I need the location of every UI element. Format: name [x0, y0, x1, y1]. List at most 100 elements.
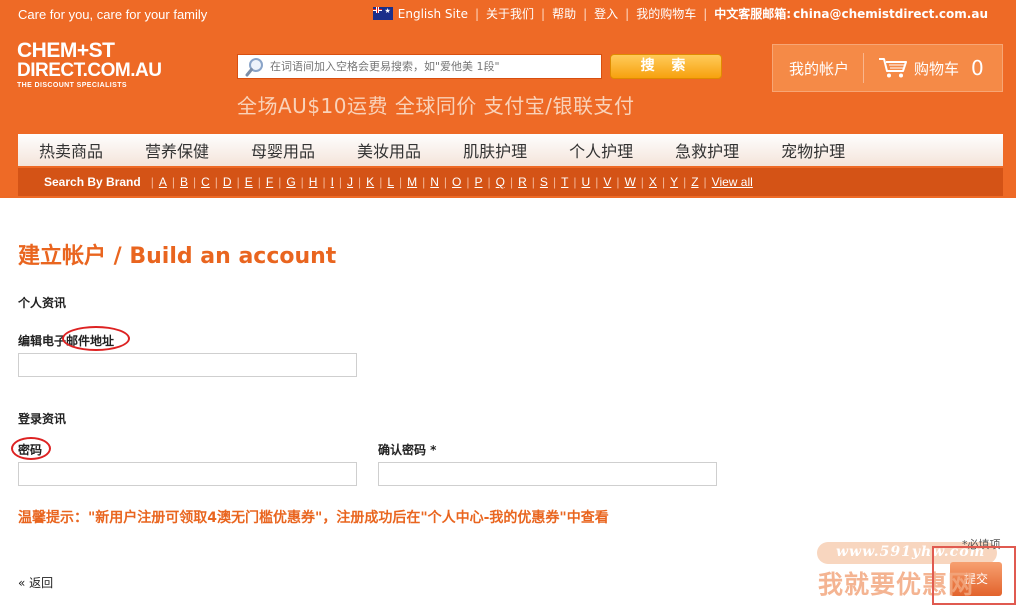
cn-service-email-link[interactable]: china@chemistdirect.com.au: [793, 7, 988, 21]
divider: |: [338, 175, 343, 189]
account-area: 我的帐户 购物车 0: [772, 44, 1003, 92]
brand-letter-r[interactable]: R: [518, 175, 527, 189]
top-links: English Site | 关于我们 | 帮助 | 登入 | 我的购物车 | …: [372, 5, 988, 22]
category-nav: 热卖商品 营养保健 母婴用品 美妆用品 肌肤护理 个人护理 急救护理 宠物护理: [18, 134, 1003, 166]
cart-count: 0: [971, 56, 984, 80]
brand-letter-s[interactable]: S: [540, 175, 548, 189]
tagline: Care for you, care for your family: [18, 7, 208, 22]
search-button[interactable]: 搜 索: [610, 54, 722, 79]
my-cart-link[interactable]: 我的购物车: [636, 5, 696, 22]
divider: |: [541, 6, 546, 21]
logo-line1: CHEM+ST: [17, 39, 115, 62]
divider: |: [487, 175, 491, 189]
search-input[interactable]: [270, 60, 590, 73]
brand-bar-title: Search By Brand: [44, 175, 141, 189]
brand-letter-q[interactable]: Q: [496, 175, 505, 189]
login-info-heading: 登录资讯: [18, 412, 67, 426]
divider: |: [683, 175, 687, 189]
highlight-box: [932, 546, 1016, 605]
nav-item-personal-care[interactable]: 个人护理: [569, 138, 633, 162]
brand-view-all-link[interactable]: View all: [712, 175, 753, 189]
brand-letter-x[interactable]: X: [649, 175, 657, 189]
nav-item-baby[interactable]: 母婴用品: [251, 138, 315, 162]
brand-letter-y[interactable]: Y: [670, 175, 678, 189]
cn-service-label: 中文客服邮箱:: [714, 7, 792, 21]
brand-letter-u[interactable]: U: [582, 175, 591, 189]
login-link[interactable]: 登入: [594, 5, 618, 22]
brand-letter-n[interactable]: N: [430, 175, 439, 189]
brand-letter-k[interactable]: K: [366, 175, 374, 189]
divider: |: [640, 175, 644, 189]
english-site-link[interactable]: English Site: [398, 7, 468, 21]
search-icon: [244, 56, 266, 78]
divider: |: [616, 175, 620, 189]
brand-letter-f[interactable]: F: [266, 175, 273, 189]
confirm-password-field[interactable]: [378, 462, 717, 486]
brand-letter-j[interactable]: J: [347, 175, 353, 189]
logo-tagline: THE DISCOUNT SPECIALISTS: [17, 82, 127, 89]
shopping-cart-icon[interactable]: [878, 57, 908, 79]
nav-item-hot-products[interactable]: 热卖商品: [39, 138, 103, 162]
brand-letter-b[interactable]: B: [180, 175, 188, 189]
divider: |: [214, 175, 218, 189]
nav-item-nutrition[interactable]: 营养保健: [145, 138, 209, 162]
brand-letter-m[interactable]: M: [407, 175, 417, 189]
brand-letter-t[interactable]: T: [561, 175, 568, 189]
promo-banner: 全场AU$10运费 全球同价 支付宝/银联支付: [237, 94, 635, 118]
divider: |: [443, 175, 448, 189]
nav-item-pet-care[interactable]: 宠物护理: [781, 138, 845, 162]
site-logo[interactable]: CHEM+ST DIRECT.COM.AU THE DISCOUNT SPECI…: [17, 39, 162, 89]
password-field[interactable]: [18, 462, 357, 486]
divider: |: [379, 175, 383, 189]
divider: |: [703, 6, 708, 21]
divider: |: [474, 6, 479, 21]
divider: |: [595, 175, 599, 189]
brand-letter-l[interactable]: L: [387, 175, 394, 189]
divider: |: [257, 175, 261, 189]
divider: [863, 53, 865, 83]
email-field[interactable]: [18, 353, 357, 377]
logo-line2: DIRECT.COM.AU: [17, 60, 162, 81]
personal-info-heading: 个人资讯: [18, 296, 67, 310]
australia-flag-icon: [372, 7, 393, 20]
divider: |: [171, 175, 175, 189]
divider: |: [399, 175, 403, 189]
confirm-password-label: 确认密码 *: [378, 443, 437, 457]
brand-letter-w[interactable]: W: [624, 175, 635, 189]
brand-bar: Search By Brand | A | B | C | D | E | F | G | H | I | J | K | L…: [18, 168, 1003, 196]
annotation-circle: [62, 326, 130, 351]
page-title: 建立帐户 / Build an account: [18, 244, 337, 269]
nav-item-beauty[interactable]: 美妆用品: [357, 138, 421, 162]
divider: |: [150, 175, 154, 189]
divider: |: [300, 175, 304, 189]
brand-letter-p[interactable]: P: [475, 175, 483, 189]
divider: |: [466, 175, 470, 189]
divider: |: [661, 175, 666, 189]
divider: |: [583, 6, 588, 21]
brand-letter-v[interactable]: V: [603, 175, 611, 189]
brand-letter-z[interactable]: Z: [691, 175, 698, 189]
nav-item-skincare[interactable]: 肌肤护理: [463, 138, 527, 162]
nav-item-first-aid[interactable]: 急救护理: [675, 138, 739, 162]
brand-letter-e[interactable]: E: [245, 175, 253, 189]
brand-letter-d[interactable]: D: [223, 175, 232, 189]
brand-letter-o[interactable]: O: [452, 175, 461, 189]
divider: |: [531, 175, 535, 189]
divider: |: [552, 175, 557, 189]
brand-letter-c[interactable]: C: [201, 175, 210, 189]
brand-letter-i[interactable]: I: [331, 175, 334, 189]
back-link[interactable]: « 返回: [18, 574, 53, 591]
annotation-circle: [11, 437, 51, 460]
brand-letter-g[interactable]: G: [286, 175, 295, 189]
search-box: [237, 54, 602, 79]
divider: |: [192, 175, 197, 189]
brand-letter-a[interactable]: A: [159, 175, 167, 189]
help-link[interactable]: 帮助: [552, 5, 576, 22]
divider: |: [422, 175, 426, 189]
divider: |: [322, 175, 326, 189]
cart-link[interactable]: 购物车: [914, 58, 959, 79]
about-link[interactable]: 关于我们: [486, 5, 534, 22]
divider: |: [358, 175, 362, 189]
brand-letter-h[interactable]: H: [309, 175, 318, 189]
my-account-link[interactable]: 我的帐户: [789, 58, 849, 79]
